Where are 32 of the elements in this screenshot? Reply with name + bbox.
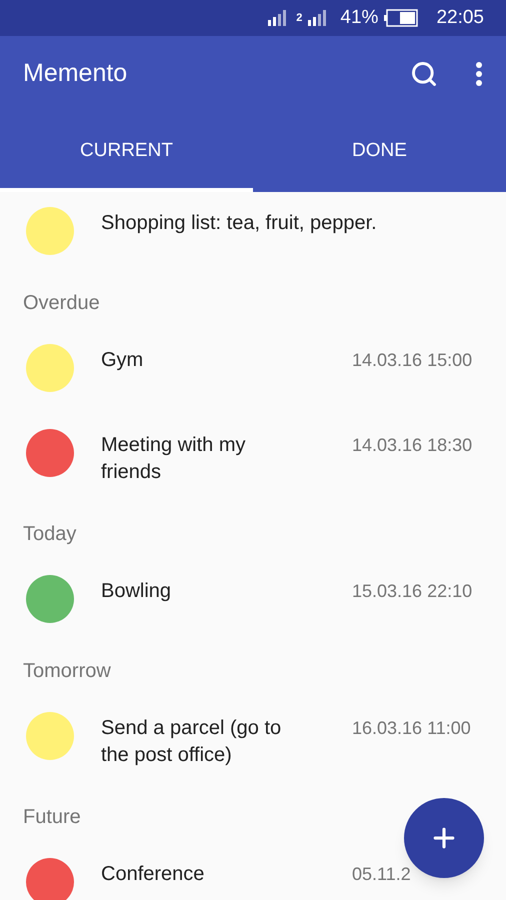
task-time: 14.03.16 15:00 (352, 349, 474, 372)
task-title: Conference (101, 862, 206, 887)
task-time: 05.11.2 (352, 863, 412, 886)
task-item[interactable]: Bowling 15.03.16 22:10 (0, 560, 506, 645)
task-title: Bowling (101, 579, 172, 604)
more-icon (476, 62, 482, 86)
tab[interactable]: CURRENT (0, 112, 253, 192)
more-options-button[interactable] (476, 62, 482, 86)
task-item[interactable]: Shopping list: tea, fruit, pepper. (0, 192, 506, 277)
tab[interactable]: DONE (253, 112, 506, 192)
clock: 22:05 (436, 6, 484, 30)
app-title: Memento (23, 58, 128, 90)
task-item[interactable]: Conference 05.11.2 (0, 843, 506, 900)
search-button[interactable] (410, 60, 438, 88)
section-header: Today (23, 522, 76, 547)
task-title: Gym (101, 348, 144, 373)
task-item[interactable]: Send a parcel (go to the post office) 16.03.16 11:00 (0, 697, 506, 791)
task-title: Shopping list: tea, fruit, pepper. (101, 211, 378, 236)
section-header: Tomorrow (23, 659, 111, 684)
task-time: 15.03.16 22:10 (352, 580, 474, 603)
task-title: Send a parcel (go to the post office) (101, 716, 282, 768)
battery-percent: 41% (340, 6, 378, 30)
sim-label: 2 (296, 12, 302, 24)
task-time: 16.03.16 11:00 (352, 717, 472, 740)
section-header: Overdue (23, 291, 100, 316)
task-title: Meeting with my friends (101, 433, 246, 485)
task-time: 14.03.16 18:30 (352, 434, 474, 457)
task-item[interactable]: Meeting with my friends 14.03.16 18:30 (0, 414, 506, 508)
section-header: Future (23, 805, 81, 830)
search-icon (410, 60, 438, 88)
battery-icon (384, 9, 418, 27)
task-item[interactable]: Gym 14.03.16 15:00 (0, 329, 506, 414)
